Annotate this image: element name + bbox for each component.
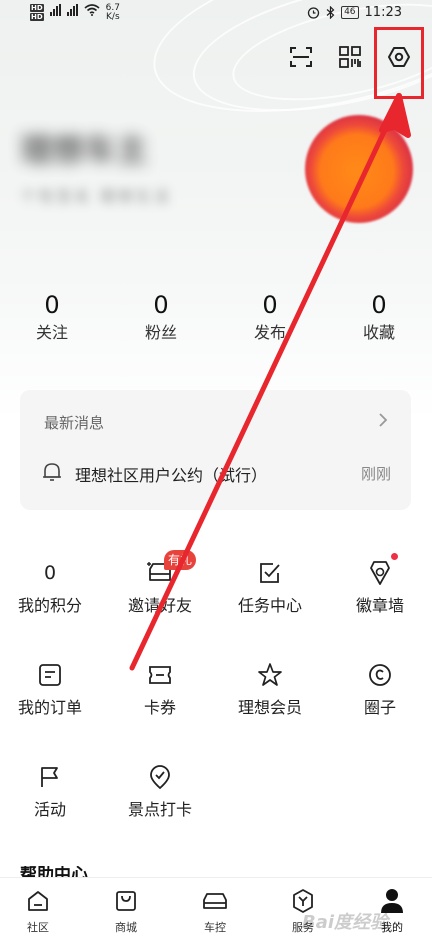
stat-label: 发布: [253, 323, 286, 342]
stat-posts[interactable]: 0 发布: [220, 290, 320, 346]
annotation-highlight-box: [374, 27, 424, 99]
task-check-icon: [260, 563, 280, 583]
latest-messages-card[interactable]: 最新消息 理想社区用户公约（试行） 刚刚: [20, 390, 411, 510]
nav-item-car-control[interactable]: 车控: [185, 886, 245, 935]
alarm-icon: [307, 7, 320, 19]
signal-icon: [49, 4, 61, 16]
signal-icon: [66, 4, 78, 16]
nav-label: 车控: [204, 921, 226, 934]
order-list-icon: [39, 664, 61, 686]
message-item-text[interactable]: 理想社区用户公约（试行）: [75, 462, 267, 486]
stat-label: 收藏: [362, 323, 395, 342]
scan-button[interactable]: [284, 40, 318, 74]
grid-item-task-center[interactable]: 任务中心: [220, 558, 320, 616]
grid-item-invite-friends[interactable]: 邀请好友: [110, 558, 210, 616]
nav-label: 商城: [115, 921, 137, 934]
stat-favorites[interactable]: 0 收藏: [329, 290, 429, 346]
status-bar: HD HD 6.7 K/s 46 11:23: [0, 0, 432, 28]
grid-label: 景点打卡: [127, 800, 192, 819]
flag-icon: [41, 767, 58, 787]
member-star-icon: [258, 663, 282, 686]
home-icon: [28, 891, 48, 911]
grid-label: 任务中心: [237, 596, 302, 615]
stat-label: 关注: [35, 323, 68, 342]
gift-badge: 有礼: [164, 550, 196, 570]
grid-item-coupons[interactable]: 卡券: [110, 660, 210, 718]
grid-label: 我的订单: [17, 698, 82, 717]
scan-icon: [290, 47, 312, 67]
grid-label: 圈子: [363, 698, 396, 717]
wifi-icon: [84, 4, 100, 16]
bluetooth-icon: [326, 6, 335, 19]
hd-indicator: HD: [30, 4, 44, 12]
car-icon: [203, 893, 227, 909]
badge-medal-icon: [370, 561, 390, 585]
grid-label: 卡券: [143, 698, 176, 717]
coupon-icon: [149, 666, 171, 684]
messages-title: 最新消息: [44, 414, 105, 432]
grid-item-scenic-checkin[interactable]: 景点打卡: [110, 762, 210, 820]
grid-item-events[interactable]: 活动: [0, 762, 100, 820]
network-speed-unit: K/s: [106, 12, 120, 22]
nav-item-mall[interactable]: 商城: [96, 886, 156, 935]
grid-label: 理想会员: [237, 698, 302, 717]
nav-label: 社区: [27, 921, 49, 934]
grid-item-badge-wall[interactable]: 徽章墙: [330, 558, 430, 616]
hd-indicator: HD: [30, 13, 44, 21]
grid-item-ideal-member[interactable]: 理想会员: [220, 660, 320, 718]
user-subtitle: 个性签名 理想生活: [20, 187, 172, 206]
grid-item-points[interactable]: 0 我的积分: [0, 558, 100, 616]
stat-value: 0: [371, 291, 387, 319]
stat-value: 0: [153, 291, 169, 319]
stat-label: 粉丝: [144, 323, 177, 342]
message-item-time: 刚刚: [360, 465, 391, 483]
qr-code-button[interactable]: [333, 40, 367, 74]
points-value: 0: [43, 562, 57, 584]
bell-icon: [43, 463, 61, 481]
shopping-bag-icon: [116, 891, 136, 911]
qr-code-icon: [339, 46, 361, 68]
grid-label: 活动: [33, 800, 66, 819]
grid-item-circles[interactable]: 圈子: [330, 660, 430, 718]
avatar[interactable]: [305, 115, 413, 223]
stat-value: 0: [44, 291, 60, 319]
nav-item-community[interactable]: 社区: [8, 886, 68, 935]
stat-fans[interactable]: 0 粉丝: [111, 290, 211, 346]
grid-label: 邀请好友: [127, 596, 192, 615]
grid-label: 徽章墙: [355, 596, 404, 615]
stats-row: 0 关注 0 粉丝 0 发布 0 收藏: [0, 290, 432, 350]
battery-indicator: 46: [341, 6, 359, 19]
circle-c-icon: [369, 664, 391, 686]
notification-dot: [391, 553, 398, 560]
grid-item-my-orders[interactable]: 我的订单: [0, 660, 100, 718]
chevron-right-icon[interactable]: [377, 412, 389, 428]
watermark: Bai度经验: [302, 912, 389, 933]
clock: 11:23: [364, 5, 402, 20]
stat-value: 0: [262, 291, 278, 319]
stat-following[interactable]: 0 关注: [2, 290, 102, 346]
grid-label: 我的积分: [17, 596, 82, 615]
checkin-pin-icon: [150, 765, 170, 790]
username[interactable]: 理想车主: [20, 125, 148, 169]
network-speed: 6.7 K/s: [106, 4, 120, 22]
